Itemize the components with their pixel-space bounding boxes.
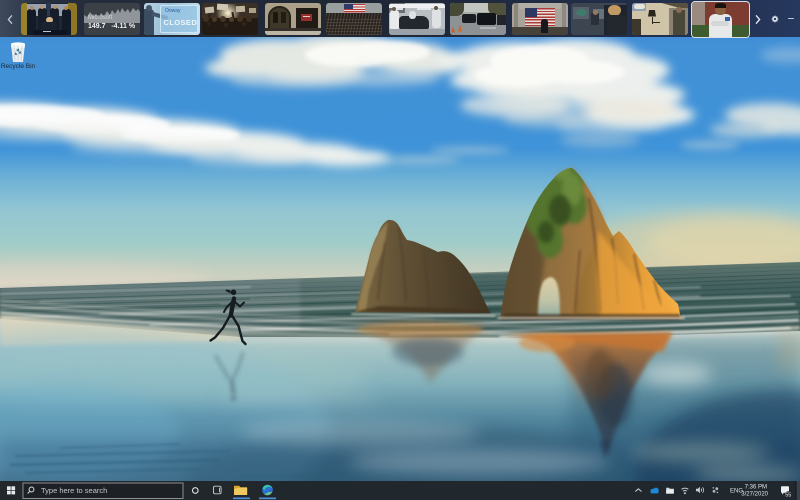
svg-text:Type here to search: Type here to search — [41, 486, 107, 495]
svg-text:3/27/2020: 3/27/2020 — [741, 492, 768, 498]
svg-text:55: 55 — [785, 493, 791, 499]
svg-text:7:36 PM: 7:36 PM — [745, 484, 767, 490]
